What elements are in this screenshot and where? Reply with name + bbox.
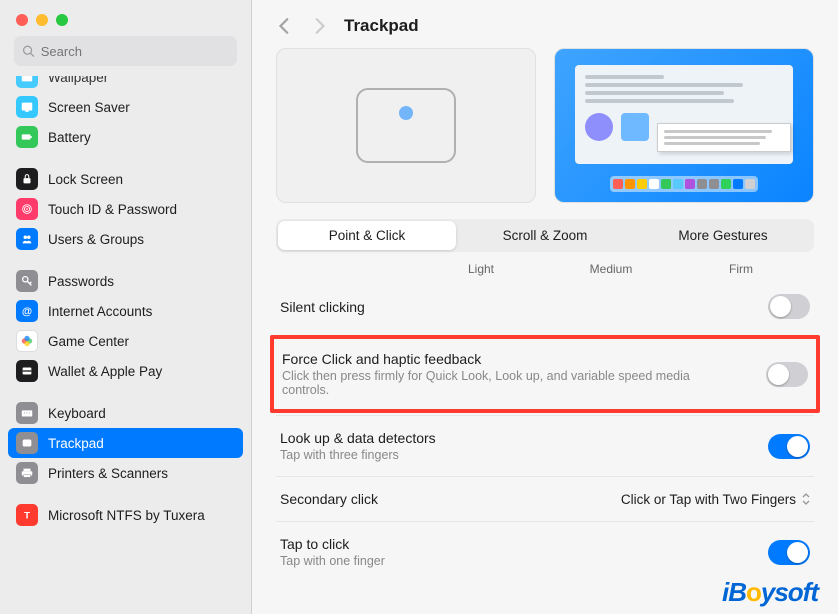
sidebar-item-label: Wallet & Apple Pay <box>48 364 162 379</box>
setting-title: Force Click and haptic feedback <box>282 351 702 367</box>
preview-area <box>252 48 838 219</box>
sidebar-item-lock-screen[interactable]: Lock Screen <box>8 164 243 194</box>
slider-label: Medium <box>546 262 676 276</box>
sidebar-item-label: Printers & Scanners <box>48 466 168 481</box>
search-icon <box>22 44 35 58</box>
setting-row-tap-to-click: Tap to click Tap with one finger <box>276 521 814 582</box>
key-icon <box>16 270 38 292</box>
setting-row-look-up-data-detectors: Look up & data detectors Tap with three f… <box>276 415 814 476</box>
sidebar-item-trackpad[interactable]: Trackpad <box>8 428 243 458</box>
header: Trackpad <box>252 0 838 48</box>
keyboard-icon <box>16 402 38 424</box>
main-panel: Trackpad <box>252 0 838 614</box>
sidebar-item-label: Passwords <box>48 274 114 289</box>
setting-title: Look up & data detectors <box>280 430 436 446</box>
sidebar-item-internet-accounts[interactable]: @ Internet Accounts <box>8 296 243 326</box>
trackpad-icon <box>356 88 456 163</box>
slider-label: Light <box>416 262 546 276</box>
sidebar-item-screen-saver[interactable]: Screen Saver <box>8 92 243 122</box>
sidebar-nav: Wallpaper Screen Saver Battery Lock Screen T… <box>0 76 251 614</box>
sidebar-item-microsoft-ntfs-by-tuxera[interactable]: T Microsoft NTFS by Tuxera <box>8 500 243 530</box>
tab-bar: Point & ClickScroll & ZoomMore Gestures <box>276 219 814 252</box>
fingerprint-icon <box>16 198 38 220</box>
ntfs-icon: T <box>16 504 38 526</box>
battery-icon <box>16 126 38 148</box>
slider-label: Firm <box>676 262 806 276</box>
screensaver-icon <box>16 96 38 118</box>
gamecenter-icon <box>16 330 38 352</box>
maximize-window-button[interactable] <box>56 14 68 26</box>
setting-subtitle: Click then press firmly for Quick Look, … <box>282 369 702 397</box>
close-window-button[interactable] <box>16 14 28 26</box>
sidebar-item-label: Microsoft NTFS by Tuxera <box>48 508 205 523</box>
chevron-updown-icon <box>802 493 810 505</box>
window-controls <box>0 0 251 36</box>
sidebar-item-touch-id-password[interactable]: Touch ID & Password <box>8 194 243 224</box>
desktop-preview <box>554 48 814 203</box>
sidebar: Wallpaper Screen Saver Battery Lock Screen T… <box>0 0 252 614</box>
dropdown-select[interactable]: Click or Tap with Two Fingers <box>621 492 810 507</box>
toggle-switch[interactable] <box>768 294 810 319</box>
sidebar-item-wallpaper[interactable]: Wallpaper <box>8 76 243 92</box>
toggle-switch[interactable] <box>768 540 810 565</box>
setting-subtitle: Tap with one finger <box>280 554 385 568</box>
svg-text:T: T <box>24 511 30 522</box>
tab-point-click[interactable]: Point & Click <box>278 221 456 250</box>
svg-text:@: @ <box>22 306 32 318</box>
sidebar-item-keyboard[interactable]: Keyboard <box>8 398 243 428</box>
toggle-switch[interactable] <box>768 434 810 459</box>
sidebar-item-printers-scanners[interactable]: Printers & Scanners <box>8 458 243 488</box>
sidebar-item-passwords[interactable]: Passwords <box>8 266 243 296</box>
setting-title: Secondary click <box>280 491 378 507</box>
tracking-slider-labels: LightMediumFirm <box>252 256 838 276</box>
sidebar-item-label: Trackpad <box>48 436 104 451</box>
sidebar-item-users-groups[interactable]: Users & Groups <box>8 224 243 254</box>
back-button[interactable] <box>276 17 294 35</box>
setting-title: Tap to click <box>280 536 385 552</box>
users-icon <box>16 228 38 250</box>
settings-list: Silent clicking Force Click and haptic fe… <box>252 276 838 582</box>
sidebar-item-label: Game Center <box>48 334 129 349</box>
sidebar-item-battery[interactable]: Battery <box>8 122 243 152</box>
setting-row-secondary-click: Secondary click Click or Tap with Two Fin… <box>276 476 814 521</box>
sidebar-item-label: Internet Accounts <box>48 304 152 319</box>
sidebar-item-label: Wallpaper <box>48 76 108 85</box>
tab-scroll-zoom[interactable]: Scroll & Zoom <box>456 221 634 250</box>
lock-icon <box>16 168 38 190</box>
sidebar-item-label: Keyboard <box>48 406 106 421</box>
wallpaper-icon <box>16 76 38 88</box>
page-title: Trackpad <box>344 16 419 36</box>
sidebar-item-label: Battery <box>48 130 91 145</box>
printer-icon <box>16 462 38 484</box>
trackpad-preview <box>276 48 536 203</box>
at-icon: @ <box>16 300 38 322</box>
wallet-icon <box>16 360 38 382</box>
forward-button[interactable] <box>310 17 328 35</box>
sidebar-item-label: Users & Groups <box>48 232 144 247</box>
setting-row-force-click-and-haptic-feedback: Force Click and haptic feedback Click the… <box>270 335 820 413</box>
sidebar-item-game-center[interactable]: Game Center <box>8 326 243 356</box>
sidebar-item-wallet-apple-pay[interactable]: Wallet & Apple Pay <box>8 356 243 386</box>
minimize-window-button[interactable] <box>36 14 48 26</box>
setting-subtitle: Tap with three fingers <box>280 448 436 462</box>
toggle-switch[interactable] <box>766 362 808 387</box>
tab-more-gestures[interactable]: More Gestures <box>634 221 812 250</box>
sidebar-item-label: Lock Screen <box>48 172 123 187</box>
dropdown-value: Click or Tap with Two Fingers <box>621 492 796 507</box>
sidebar-item-label: Screen Saver <box>48 100 130 115</box>
setting-row-silent-clicking: Silent clicking <box>276 280 814 333</box>
search-input[interactable] <box>41 44 229 59</box>
trackpad-icon <box>16 432 38 454</box>
search-field[interactable] <box>14 36 237 66</box>
sidebar-item-label: Touch ID & Password <box>48 202 177 217</box>
setting-title: Silent clicking <box>280 299 365 315</box>
